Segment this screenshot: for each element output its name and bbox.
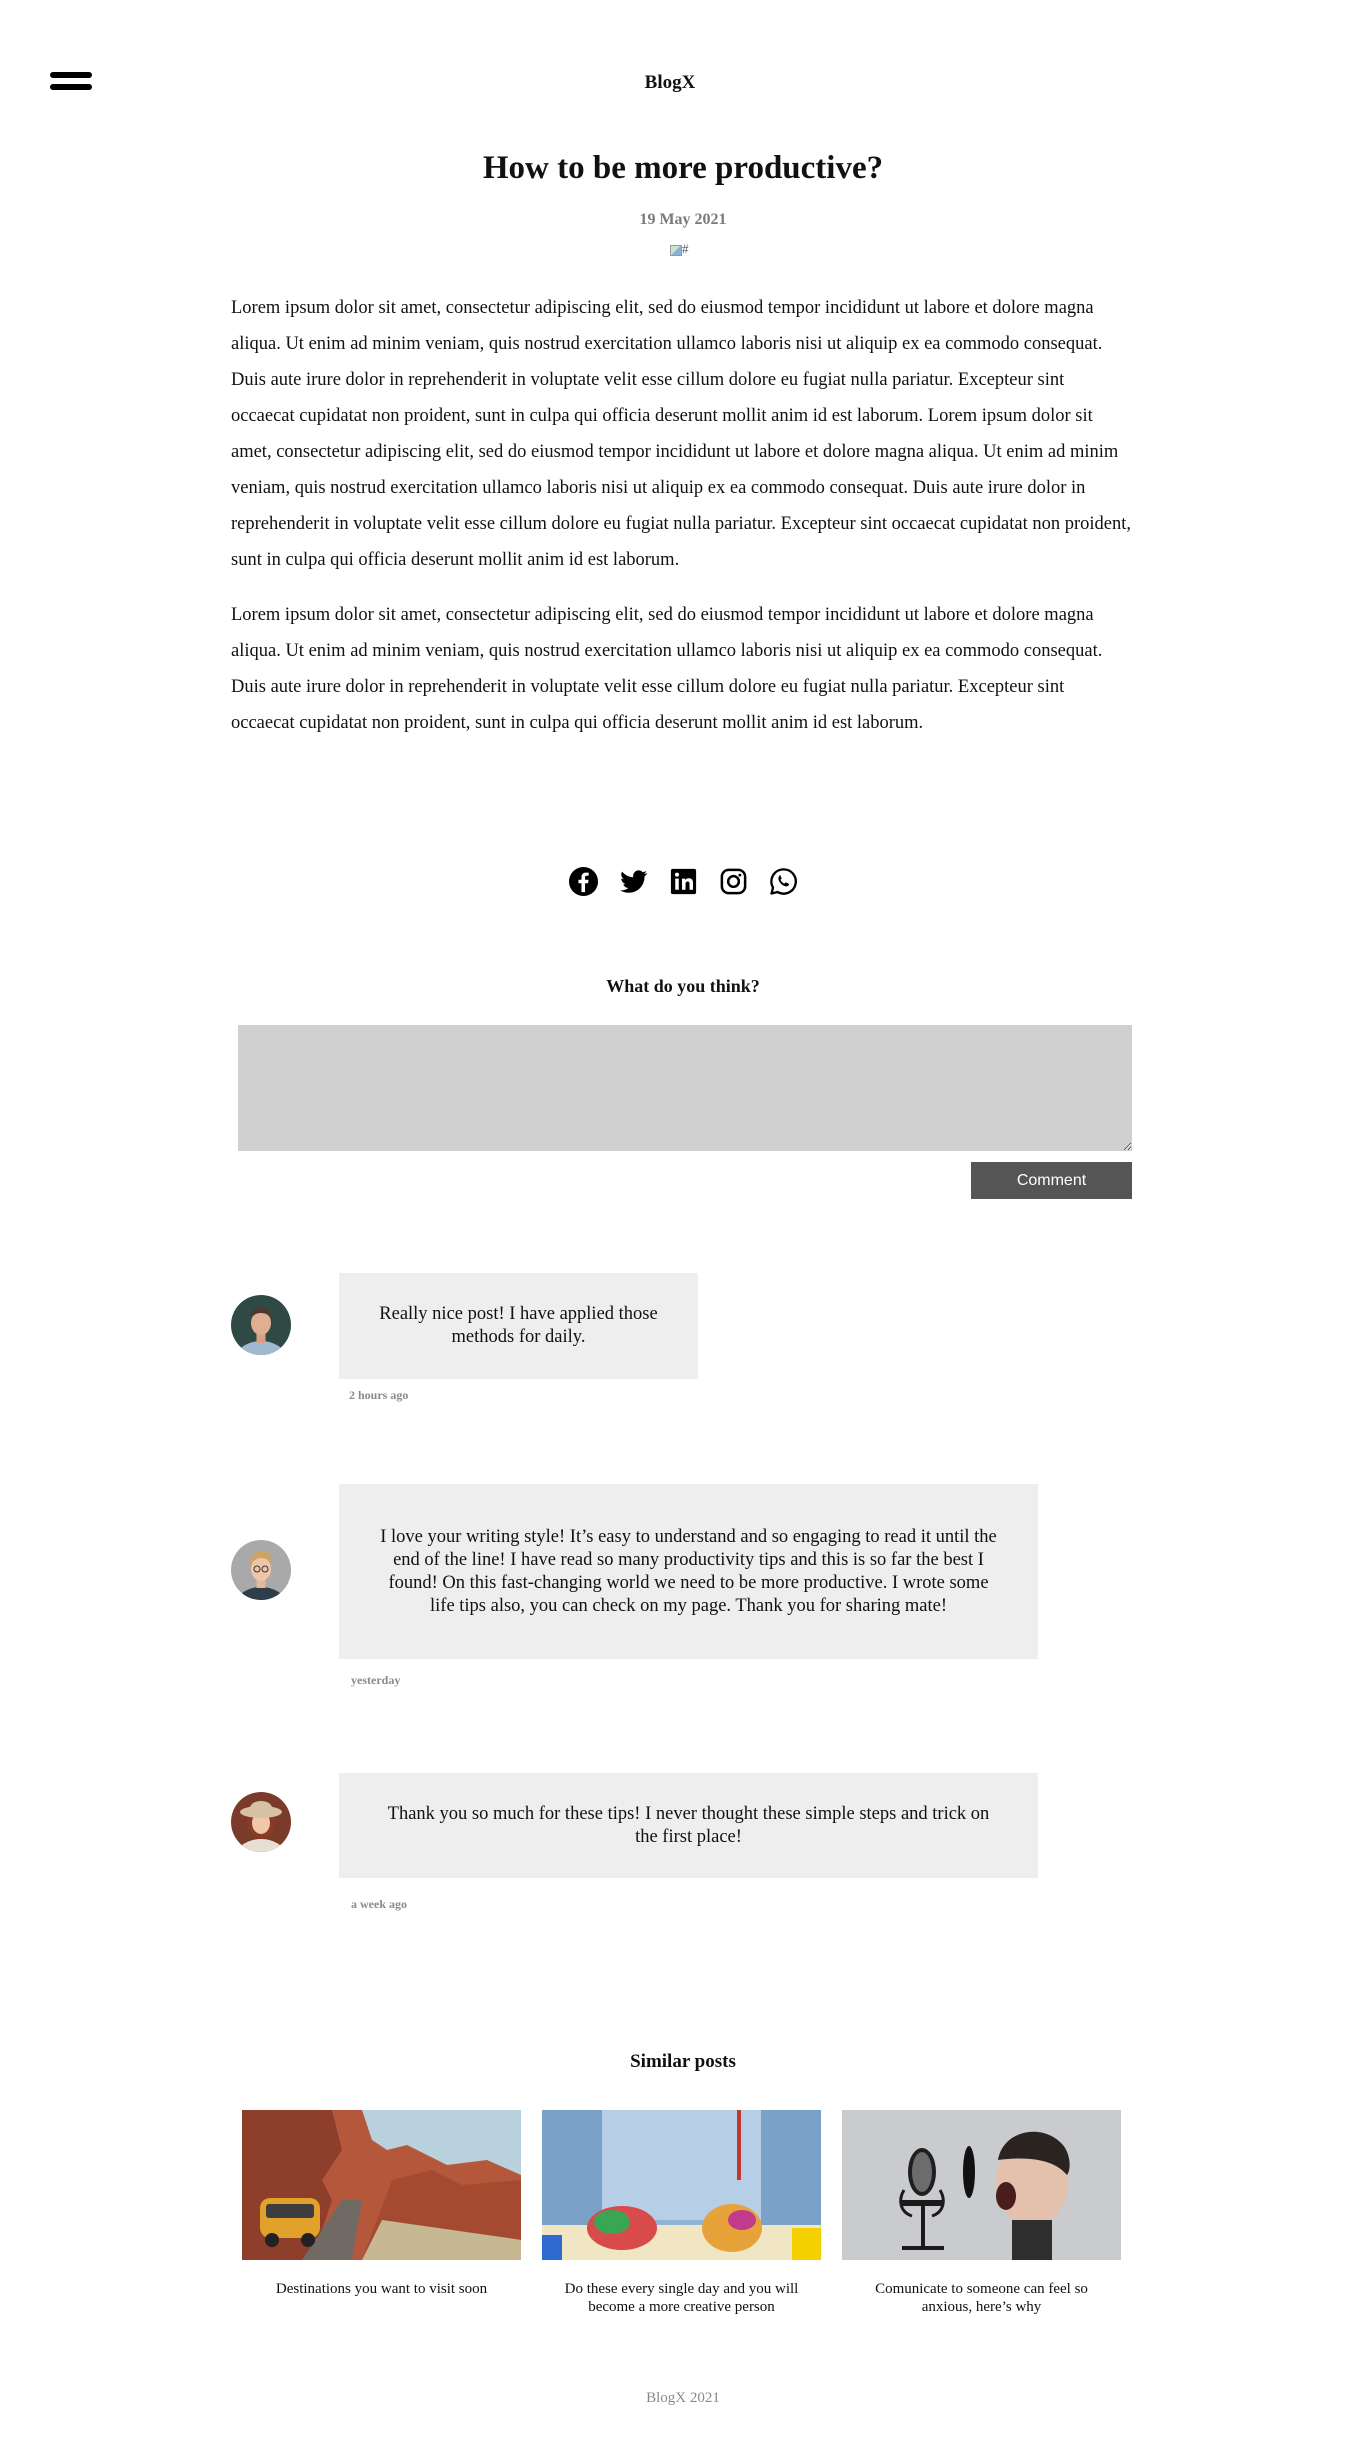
comment-timestamp: yesterday xyxy=(351,1673,401,1687)
similar-post-image xyxy=(242,2110,521,2260)
similar-post-image xyxy=(842,2110,1121,2260)
comment-textarea[interactable] xyxy=(238,1025,1132,1151)
share-icons xyxy=(0,866,1366,897)
comment-timestamp: 2 hours ago xyxy=(349,1388,409,1402)
article-body: Lorem ipsum dolor sit amet, consectetur … xyxy=(231,290,1131,760)
similar-post-image xyxy=(542,2110,821,2260)
similar-posts-heading: Similar posts xyxy=(630,2051,736,2072)
comment-bubble: Thank you so much for these tips! I neve… xyxy=(339,1773,1038,1878)
article-paragraph: Lorem ipsum dolor sit amet, consectetur … xyxy=(231,298,1132,570)
comment-bubble: Really nice post! I have applied those m… xyxy=(339,1273,698,1379)
linkedin-icon[interactable] xyxy=(668,866,699,897)
post-image-alt: # xyxy=(682,241,689,256)
comment-timestamp: a week ago xyxy=(351,1897,407,1911)
facebook-icon[interactable] xyxy=(568,866,599,897)
similar-post-card[interactable]: Do these every single day and you will b… xyxy=(542,2110,821,2316)
post-date: 19 May 2021 xyxy=(639,211,727,228)
avatar xyxy=(231,1540,291,1600)
post-image: # xyxy=(670,241,696,257)
comment-text: I love your writing style! It’s easy to … xyxy=(380,1526,997,1616)
similar-post-title[interactable]: Comunicate to someone can feel so anxiou… xyxy=(842,2280,1121,2316)
broken-image-icon xyxy=(670,244,682,256)
instagram-icon[interactable] xyxy=(718,866,749,897)
avatar xyxy=(231,1295,291,1355)
comment-form-heading: What do you think? xyxy=(606,976,760,996)
similar-post-card[interactable]: Destinations you want to visit soon xyxy=(242,2110,521,2298)
article-paragraph: Lorem ipsum dolor sit amet, consectetur … xyxy=(231,605,1103,733)
comment-text: Really nice post! I have applied those m… xyxy=(379,1304,658,1347)
comment-submit-button[interactable]: Comment xyxy=(971,1162,1132,1199)
similar-post-title[interactable]: Destinations you want to visit soon xyxy=(242,2280,521,2298)
brand-logo[interactable]: BlogX xyxy=(0,72,1340,94)
footer-copyright: BlogX 2021 xyxy=(646,2390,720,2406)
comment-text: Thank you so much for these tips! I neve… xyxy=(387,1803,990,1847)
avatar xyxy=(231,1792,291,1852)
whatsapp-icon[interactable] xyxy=(768,866,799,897)
twitter-icon[interactable] xyxy=(618,866,649,897)
similar-post-title[interactable]: Do these every single day and you will b… xyxy=(542,2280,821,2316)
post-title: How to be more productive? xyxy=(482,150,884,186)
similar-post-card[interactable]: Comunicate to someone can feel so anxiou… xyxy=(842,2110,1121,2316)
comment-bubble: I love your writing style! It’s easy to … xyxy=(339,1484,1038,1659)
